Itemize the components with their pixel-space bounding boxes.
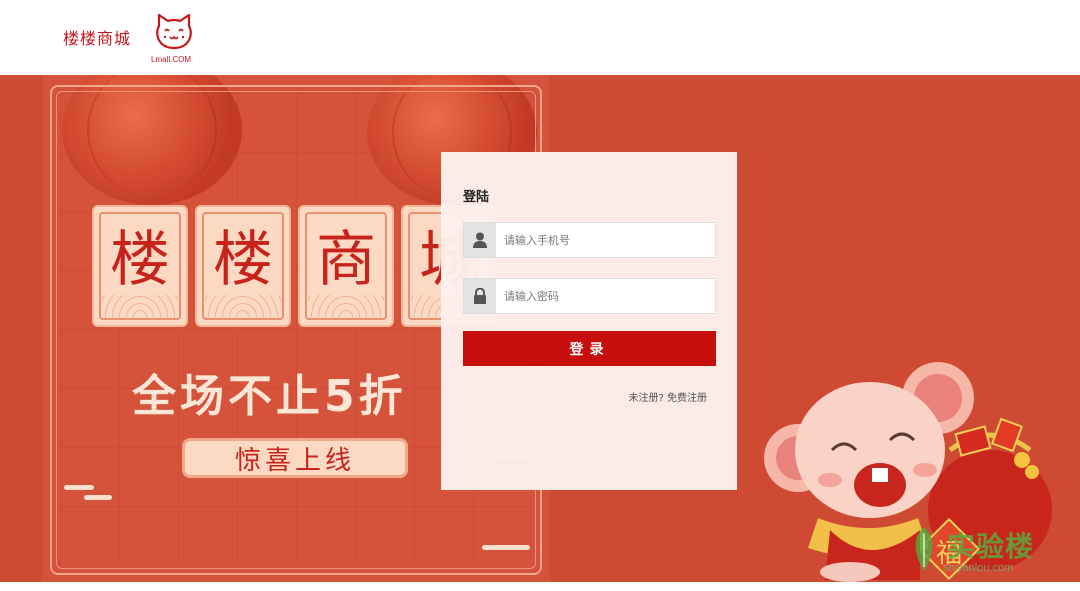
- register-prompt-line: 未注册? 免费注册: [629, 389, 708, 404]
- promo-slogan: 全场不止5折: [132, 371, 407, 422]
- cloud-decoration: [84, 495, 112, 500]
- site-watermark: 实验楼 shiyanlou.com: [905, 525, 1033, 577]
- hero-banner: 楼 楼 商 城 全场不止5折 惊喜上线: [0, 75, 1080, 582]
- user-icon: [464, 223, 496, 257]
- wave-pattern: [308, 295, 384, 317]
- register-prompt: 未注册?: [628, 393, 664, 404]
- brand-name[interactable]: 楼楼商城: [63, 25, 131, 49]
- password-input[interactable]: [504, 279, 709, 313]
- title-char: 商: [316, 225, 376, 295]
- phone-field[interactable]: [463, 222, 716, 258]
- cloud-decoration: [64, 485, 94, 490]
- register-link[interactable]: 免费注册: [667, 393, 707, 404]
- title-tile-3: 商: [298, 205, 394, 327]
- leaf-logo-icon: [915, 527, 933, 571]
- lock-icon: [464, 279, 496, 313]
- login-button[interactable]: 登录: [463, 331, 716, 366]
- login-card: 登陆 登录 未注册? 免费注册: [441, 152, 737, 490]
- watermark-text: 实验楼: [947, 530, 1035, 563]
- title-char: 楼: [110, 225, 170, 295]
- site-header: 楼楼商城 Lmall.COM: [0, 0, 1080, 75]
- title-tile-2: 楼: [195, 205, 291, 327]
- wave-pattern: [102, 295, 178, 317]
- login-title: 登陆: [463, 190, 490, 205]
- title-char: 楼: [213, 225, 273, 295]
- title-tile-1: 楼: [92, 205, 188, 327]
- wave-pattern: [205, 295, 281, 317]
- logo-caption: Lmall.COM: [151, 55, 192, 64]
- site-logo[interactable]: Lmall.COM: [150, 12, 200, 67]
- page-bottom: [0, 582, 1080, 591]
- promo-badge: 惊喜上线: [182, 438, 408, 478]
- cloud-decoration: [482, 545, 530, 550]
- cat-logo-icon: [156, 13, 192, 50]
- phone-input[interactable]: [504, 223, 709, 257]
- password-field[interactable]: [463, 278, 716, 314]
- watermark-url: shiyanlou.com: [943, 562, 1014, 574]
- promo-badge-text: 惊喜上线: [234, 445, 355, 476]
